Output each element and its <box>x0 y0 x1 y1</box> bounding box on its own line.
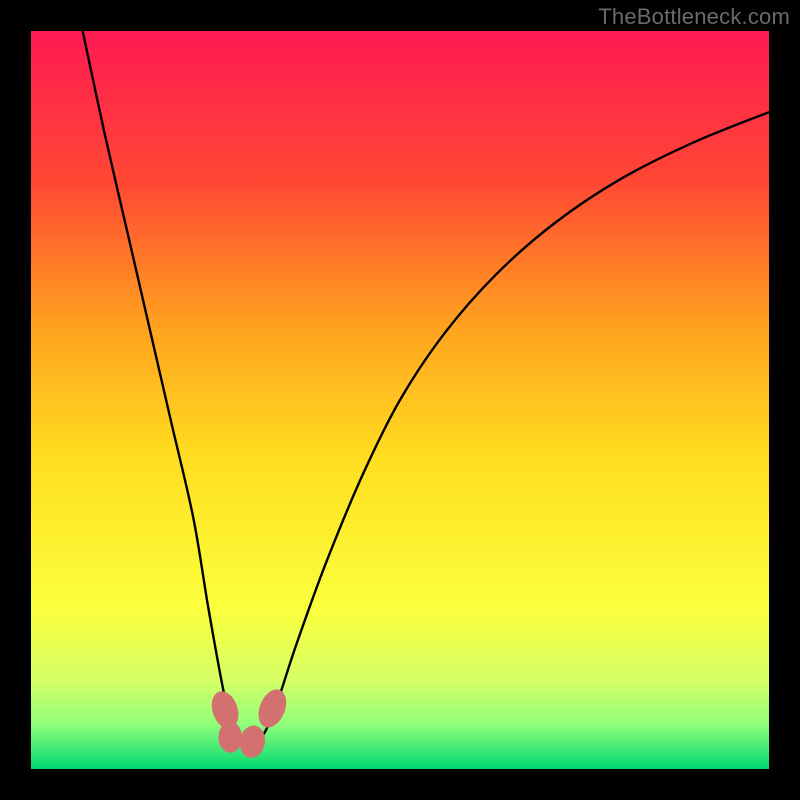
marker-pill <box>218 722 242 753</box>
marker-pill <box>253 685 291 731</box>
marker-pill <box>237 724 267 760</box>
bottleneck-curve <box>83 31 769 744</box>
plot-area <box>31 31 769 769</box>
watermark-text: TheBottleneck.com <box>598 4 790 30</box>
optimal-markers <box>207 685 291 760</box>
curve-layer <box>31 31 769 769</box>
chart-frame: TheBottleneck.com <box>0 0 800 800</box>
